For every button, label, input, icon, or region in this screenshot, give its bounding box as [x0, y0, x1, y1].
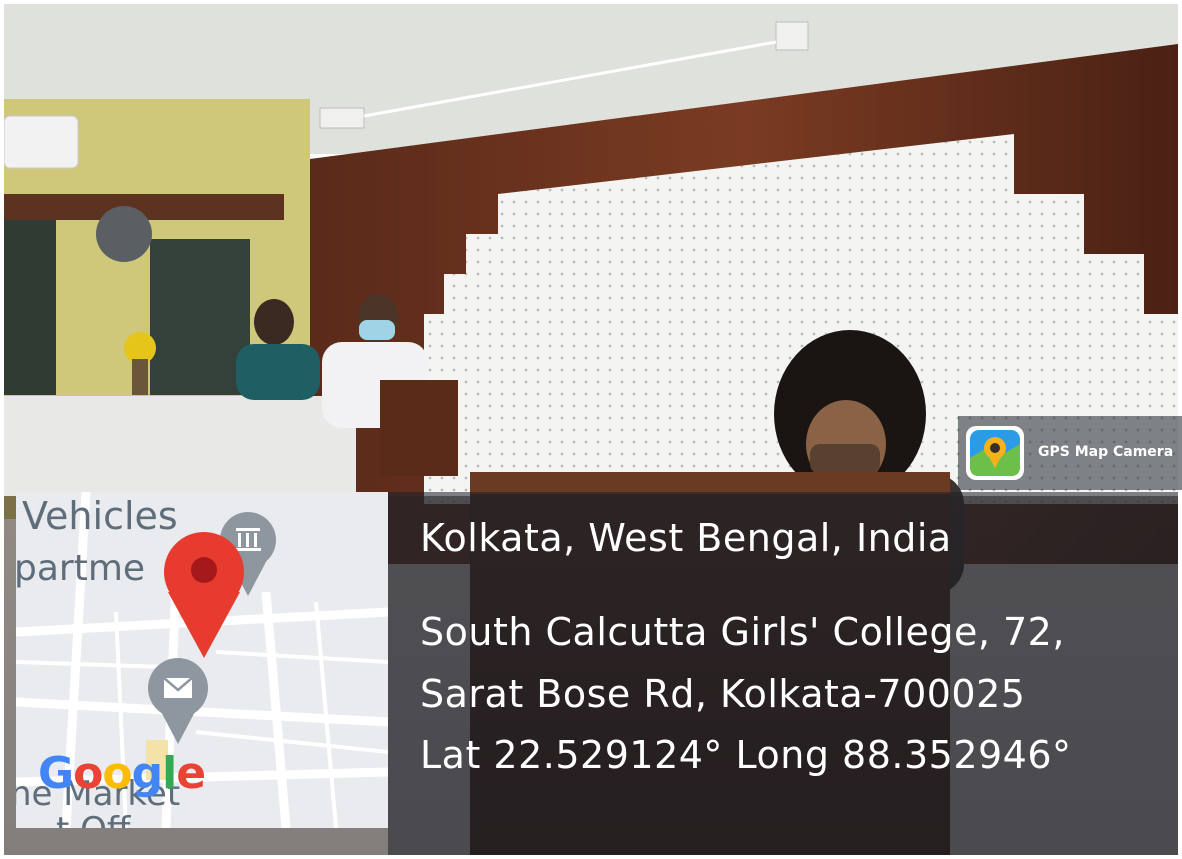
google-letter: l — [162, 748, 177, 799]
person-seated-left — [254, 299, 294, 345]
air-conditioner — [4, 115, 79, 169]
map-label-department: partme — [16, 548, 146, 589]
location-city: Kolkata, West Bengal, India — [420, 516, 952, 560]
table-cloth — [4, 396, 356, 496]
map-label-office: t Off — [56, 810, 130, 828]
google-logo: Google — [38, 748, 206, 799]
gps-camera-badge: GPS Map Camera — [958, 416, 1182, 490]
location-address-line2: Sarat Bose Rd, Kolkata-700025 — [420, 672, 1026, 716]
wall-fan — [96, 206, 152, 262]
google-letter: o — [102, 748, 132, 799]
badge-label: GPS Map Camera — [1038, 444, 1174, 460]
photo-frame: GPS Map Camera Vehicles partme ne Market… — [0, 0, 1182, 859]
location-coordinates: Lat 22.529124° Long 88.352946° — [420, 733, 1072, 777]
window — [150, 239, 250, 395]
google-letter: g — [131, 748, 163, 799]
google-letter: e — [176, 748, 206, 799]
map-pin-camera-icon — [966, 426, 1024, 480]
ceiling-light — [319, 107, 365, 129]
chair — [380, 380, 458, 476]
window — [4, 219, 56, 395]
google-letter: G — [38, 748, 74, 799]
location-address-line1: South Calcutta Girls' College, 72, — [420, 610, 1065, 654]
google-letter: o — [73, 748, 103, 799]
map-label-vehicles: Vehicles — [22, 494, 178, 538]
ceiling-light — [775, 21, 809, 51]
